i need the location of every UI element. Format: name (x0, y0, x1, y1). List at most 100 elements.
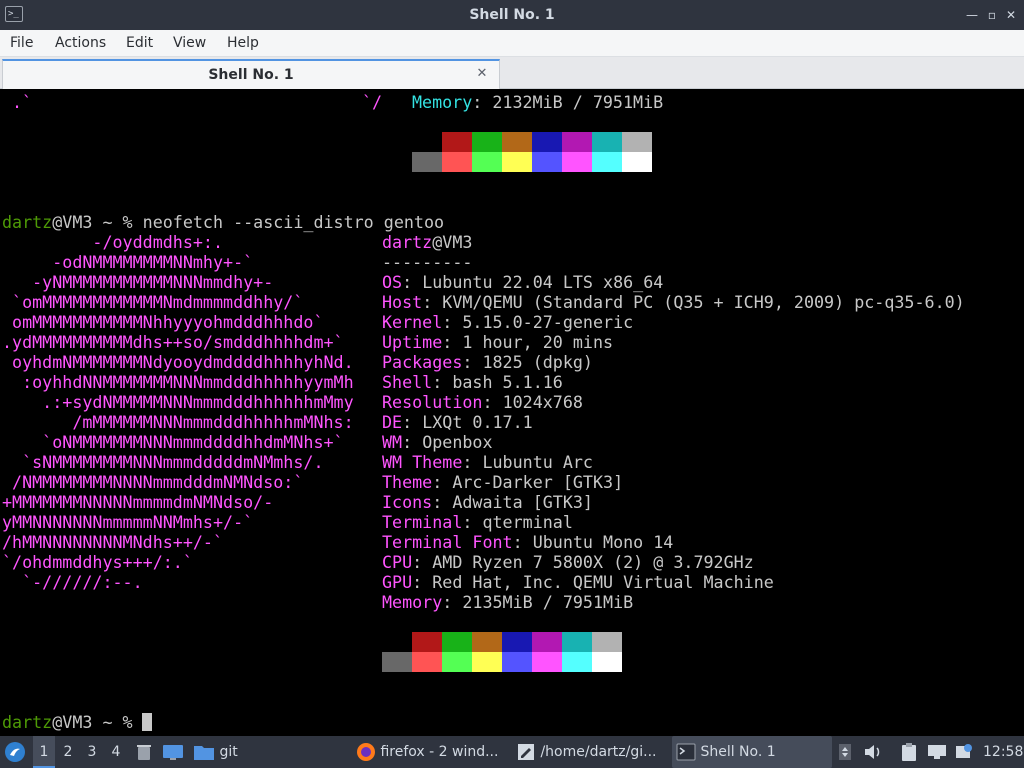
ascii-logo-line: /NMMMMMMMMNNNNmmmdddmNMNdso:` (2, 472, 304, 492)
color-swatch (472, 152, 502, 172)
menu-actions[interactable]: Actions (55, 30, 106, 56)
info-value: Ubuntu Mono 14 (532, 532, 674, 552)
tab-bar: Shell No. 1 ✕ (0, 57, 1024, 89)
color-palette (382, 632, 622, 672)
color-swatch (382, 632, 412, 652)
color-swatch (532, 152, 562, 172)
terminal-line: .` (12, 92, 33, 112)
info-value: Lubuntu 22.04 LTS x86_64 (422, 272, 664, 292)
menu-file[interactable]: File (10, 30, 33, 56)
maximize-button[interactable]: ▫ (983, 6, 1001, 24)
info-key: DE (382, 412, 403, 432)
window-titlebar[interactable]: >_ Shell No. 1 — ▫ ✕ (0, 0, 1024, 30)
menu-bar: File Actions Edit View Help (0, 30, 1024, 57)
trash-icon[interactable] (134, 736, 154, 768)
info-key: Icons (382, 492, 433, 512)
color-swatch (562, 632, 592, 652)
menu-help[interactable]: Help (227, 30, 259, 56)
text-editor-icon (518, 744, 534, 760)
color-swatch (532, 632, 562, 652)
workspace-4[interactable]: 4 (105, 736, 127, 768)
info-key: Kernel (382, 312, 443, 332)
info-key: Memory (382, 592, 443, 612)
color-swatch (592, 652, 622, 672)
info-value: Lubuntu Arc (482, 452, 593, 472)
info-value: AMD Ryzen 7 5800X (2) @ 3.792GHz (432, 552, 754, 572)
color-swatch (562, 152, 592, 172)
info-line-shell: Shell: bash 5.1.16 (382, 372, 563, 392)
ascii-logo-line: yMMNNNNNNNmmmmmNNMmhs+/-` (2, 512, 254, 532)
info-line-cpu: CPU: AMD Ryzen 7 5800X (2) @ 3.792GHz (382, 552, 754, 572)
color-swatch (532, 652, 562, 672)
workspace-2[interactable]: 2 (57, 736, 79, 768)
info-line-host: Host: KVM/QEMU (Standard PC (Q35 + ICH9,… (382, 292, 965, 312)
workspace-1[interactable]: 1 (33, 736, 55, 768)
window-title: Shell No. 1 (469, 7, 555, 23)
terminal-icon (676, 743, 696, 761)
task-label: Shell No. 1 (700, 744, 776, 760)
command-line: dartz@VM3 ~ % neofetch --ascii_distro ge… (2, 212, 445, 232)
info-key: Host (382, 292, 423, 312)
ascii-logo-line: -/oyddmdhs+:. (2, 232, 224, 252)
info-line-resolution: Resolution: 1024x768 (382, 392, 583, 412)
close-button[interactable]: ✕ (1002, 6, 1020, 24)
minimize-button[interactable]: — (963, 6, 981, 24)
desktop-icon[interactable] (162, 736, 184, 768)
ascii-logo-line: :oyhhdNNMMMMMMMNNNmmdddhhhhhyymMh (2, 372, 354, 392)
info-value: qterminal (482, 512, 573, 532)
info-line-theme: Theme: Arc-Darker [GTK3] (382, 472, 624, 492)
ascii-logo-line: `sNMMMMMMMMNNNmmmdddddmNMmhs/. (2, 452, 324, 472)
volume-icon[interactable] (863, 736, 883, 768)
color-swatch (382, 652, 412, 672)
color-swatch (562, 132, 592, 152)
info-value: 2135MiB / 7951MiB (462, 592, 634, 612)
info-key: WM (382, 432, 403, 452)
ascii-logo-line: .:+sydNMMMMMNNNmmmdddhhhhhhmMmy (2, 392, 354, 412)
tab-label: Shell No. 1 (208, 67, 294, 83)
ascii-logo-line: `/ohdmmddhys+++/:.` (2, 552, 193, 572)
color-swatch (502, 132, 532, 152)
info-line-packages: Packages: 1825 (dpkg) (382, 352, 593, 372)
color-swatch (472, 652, 502, 672)
ascii-logo-line: `oNMMMMMMMNNNmmmddddhhdmMNhs+` (2, 432, 344, 452)
terminal-view[interactable]: .` `/ Memory: 2132MiB / 7951MiB dartz@VM… (0, 89, 1024, 736)
info-value: Arc-Darker [GTK3] (452, 472, 624, 492)
clock[interactable]: 12:58 (983, 736, 1023, 768)
workspace-3[interactable]: 3 (81, 736, 103, 768)
ascii-logo-line: omMMMMMMMMMMMNhhyyyohmdddhhhdo` (2, 312, 324, 332)
task-label: firefox - 2 wind... (380, 744, 499, 760)
task-text-editor[interactable]: /home/dartz/gi... (512, 736, 664, 768)
info-value: Adwaita [GTK3] (452, 492, 593, 512)
info-key: Theme (382, 472, 433, 492)
color-swatch (622, 132, 652, 152)
tray-scroll-icon[interactable] (838, 736, 852, 768)
tab-close-icon[interactable]: ✕ (473, 65, 491, 83)
prompt-user: dartz (2, 712, 53, 732)
folder-git-launcher[interactable]: git (193, 736, 238, 768)
color-swatch (442, 632, 472, 652)
update-notifier-icon[interactable] (955, 736, 973, 768)
terminal-line: `/ (362, 92, 383, 112)
menu-edit[interactable]: Edit (126, 30, 153, 56)
firefox-icon (357, 743, 375, 761)
ascii-logo-line: `-//////:--. (2, 572, 143, 592)
clipboard-icon[interactable] (900, 736, 918, 768)
menu-view[interactable]: View (173, 30, 206, 56)
color-swatch (472, 632, 502, 652)
info-line-memory: Memory: 2135MiB / 7951MiB (382, 592, 634, 612)
start-menu-icon[interactable] (4, 736, 28, 768)
task-shell[interactable]: Shell No. 1 (672, 736, 832, 768)
text-cursor (142, 713, 152, 731)
info-key: Uptime (382, 332, 443, 352)
ascii-logo-line: -yNMMMMMMMMMMMNNNmmdhy+- (2, 272, 274, 292)
info-key: Terminal Font (382, 532, 513, 552)
ascii-logo-line: oyhdmNMMMMMMMNdyooydmddddhhhhyhNd. (2, 352, 354, 372)
info-value: KVM/QEMU (Standard PC (Q35 + ICH9, 2009)… (442, 292, 965, 312)
info-line-uptime: Uptime: 1 hour, 20 mins (382, 332, 614, 352)
network-icon[interactable] (927, 736, 947, 768)
color-swatch (412, 652, 442, 672)
tab-shell-1[interactable]: Shell No. 1 ✕ (2, 59, 500, 89)
info-line-wm: WM: Openbox (382, 432, 493, 452)
info-value: Openbox (422, 432, 493, 452)
task-firefox[interactable]: firefox - 2 wind... (352, 736, 504, 768)
